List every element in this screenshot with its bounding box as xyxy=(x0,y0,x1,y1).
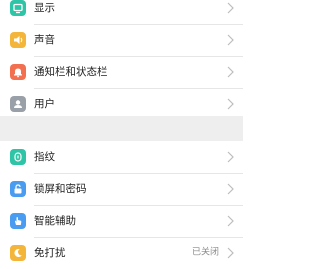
dnd-status-value: 已关闭 xyxy=(191,247,219,258)
settings-item-label: 锁屏和密码 xyxy=(34,183,87,195)
chevron-right-icon xyxy=(227,215,234,227)
settings-item-display[interactable]: 显示 xyxy=(0,0,243,24)
moon-icon xyxy=(10,245,26,261)
settings-item-do-not-disturb[interactable]: 免打扰 已关闭 xyxy=(0,237,243,269)
chevron-right-icon xyxy=(227,183,234,195)
settings-group-1: 显示 声音 通知栏和状态栏 用户 xyxy=(0,0,243,120)
settings-item-label: 通知栏和状态栏 xyxy=(34,66,108,78)
bell-icon xyxy=(10,64,26,80)
chevron-right-icon xyxy=(227,151,234,163)
settings-item-label: 免打扰 xyxy=(34,247,66,259)
settings-item-label: 声音 xyxy=(34,34,55,46)
lock-icon xyxy=(10,181,26,197)
settings-item-notifications[interactable]: 通知栏和状态栏 xyxy=(0,56,243,88)
section-separator xyxy=(0,116,243,144)
display-icon xyxy=(10,0,26,16)
speaker-icon xyxy=(10,32,26,48)
settings-item-fingerprint[interactable]: 指纹 xyxy=(0,141,243,173)
chevron-right-icon xyxy=(227,2,234,14)
settings-group-2: 指纹 锁屏和密码 智能辅助 免打扰 已关闭 xyxy=(0,141,243,269)
settings-item-sound[interactable]: 声音 xyxy=(0,24,243,56)
settings-item-label: 显示 xyxy=(34,2,55,14)
chevron-right-icon xyxy=(227,98,234,110)
user-icon xyxy=(10,96,26,112)
chevron-right-icon xyxy=(227,66,234,78)
chevron-right-icon xyxy=(227,34,234,46)
settings-item-label: 智能辅助 xyxy=(34,215,76,227)
fingerprint-icon xyxy=(10,149,26,165)
settings-item-label: 指纹 xyxy=(34,151,55,163)
settings-item-lock-screen[interactable]: 锁屏和密码 xyxy=(0,173,243,205)
hand-icon xyxy=(10,213,26,229)
chevron-right-icon xyxy=(227,247,234,259)
settings-item-smart-assist[interactable]: 智能辅助 xyxy=(0,205,243,237)
settings-item-label: 用户 xyxy=(34,98,55,110)
